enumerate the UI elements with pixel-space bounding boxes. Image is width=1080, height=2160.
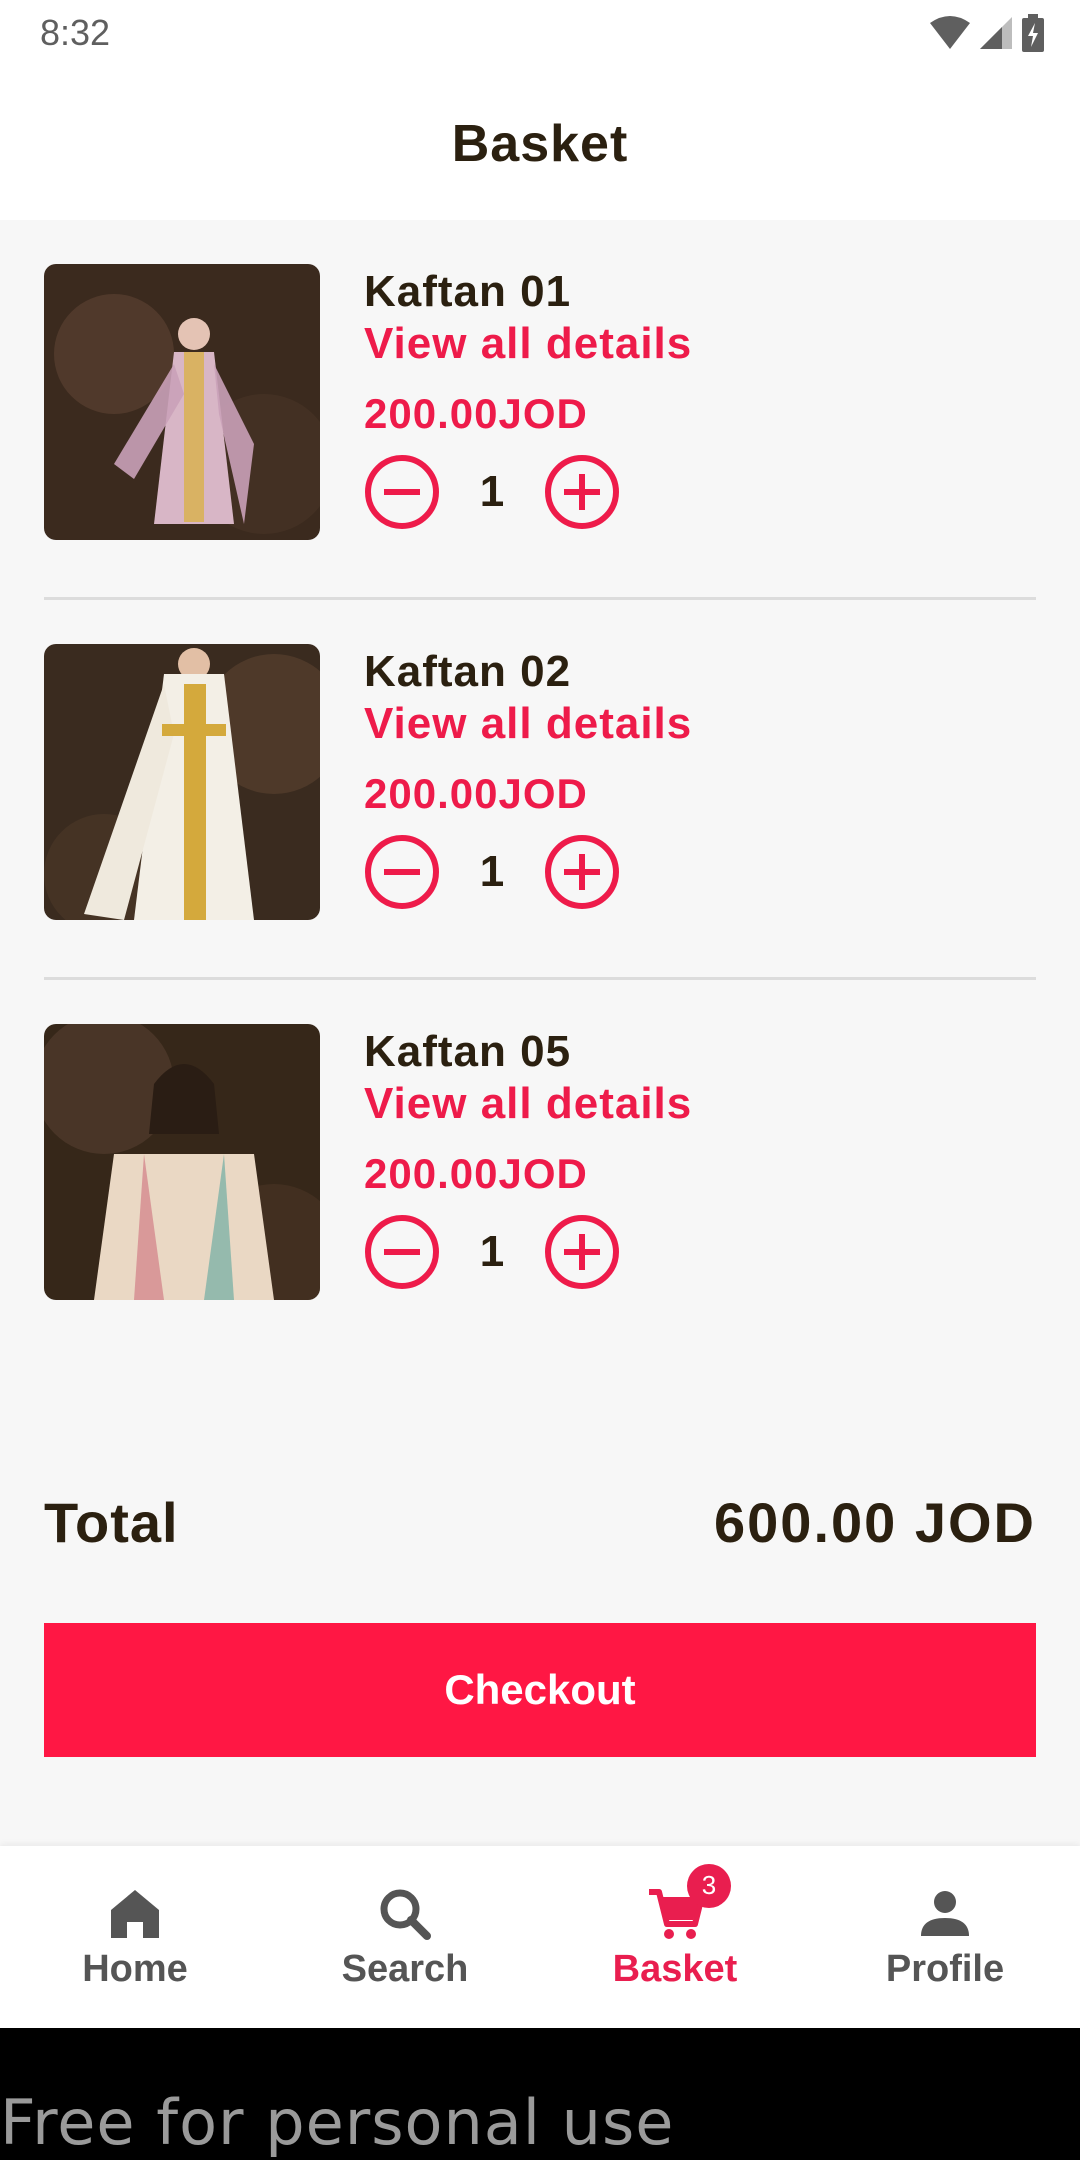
quantity-value: 1 — [479, 1227, 505, 1276]
total-label: Total — [44, 1491, 179, 1554]
total-value: 600.00 JOD — [714, 1491, 1036, 1554]
item-price: 200.00JOD — [364, 1150, 588, 1197]
nav-label: Home — [82, 1947, 188, 1990]
item-name: Kaftan 01 — [364, 267, 572, 316]
basket-item: Kaftan 01 View all details 200.00JOD 1 — [44, 220, 1036, 540]
minus-circle-icon[interactable] — [364, 834, 440, 910]
item-info: Kaftan 01 View all details 200.00JOD 1 — [364, 266, 1004, 532]
view-details-link[interactable]: View all details — [364, 1078, 1004, 1130]
product-image[interactable] — [44, 264, 320, 540]
signal-icon — [980, 17, 1012, 49]
status-time: 8:32 — [40, 12, 111, 53]
plus-circle-icon[interactable] — [544, 454, 620, 530]
quantity-value: 1 — [479, 847, 505, 896]
wifi-icon — [930, 16, 970, 49]
item-price: 200.00JOD — [364, 390, 588, 437]
total-row: Total 600.00 JOD — [44, 1490, 1036, 1560]
basket-item: Kaftan 05 View all details 200.00JOD 1 — [44, 980, 1036, 1300]
item-name: Kaftan 02 — [364, 647, 572, 696]
search-icon — [380, 1889, 431, 1940]
cart-icon-wrapper: 3 — [645, 1863, 731, 1944]
watermark-text: Free for personal use — [0, 2086, 675, 2159]
quantity-stepper: 1 — [364, 1212, 1004, 1292]
nav-label: Search — [341, 1947, 469, 1990]
plus-circle-icon[interactable] — [544, 1214, 620, 1290]
nav-home[interactable]: Home — [0, 1846, 270, 2028]
basket-item: Kaftan 02 View all details 200.00JOD 1 — [44, 600, 1036, 920]
quantity-stepper: 1 — [364, 452, 1004, 532]
item-info: Kaftan 02 View all details 200.00JOD 1 — [364, 646, 1004, 912]
minus-circle-icon[interactable] — [364, 1214, 440, 1290]
cart-count-badge: 3 — [687, 1863, 731, 1908]
nav-basket[interactable]: 3 Basket — [540, 1846, 810, 2028]
status-icons — [930, 14, 1044, 52]
bottom-navigation: Home Search 3 Basket Profile — [0, 1846, 1080, 2028]
checkout-button[interactable]: Checkout — [44, 1623, 1036, 1757]
page-title: Basket — [451, 115, 629, 173]
quantity-value: 1 — [479, 467, 505, 516]
app-header: Basket — [0, 68, 1080, 220]
battery-icon — [1022, 14, 1044, 52]
minus-circle-icon[interactable] — [364, 454, 440, 530]
plus-circle-icon[interactable] — [544, 834, 620, 910]
status-bar: 8:32 — [0, 0, 1080, 68]
product-image[interactable] — [44, 1024, 320, 1300]
view-details-link[interactable]: View all details — [364, 318, 1004, 370]
person-icon — [921, 1890, 969, 1936]
nav-profile[interactable]: Profile — [810, 1846, 1080, 2028]
view-details-link[interactable]: View all details — [364, 698, 1004, 750]
nav-search[interactable]: Search — [270, 1846, 540, 2028]
item-name: Kaftan 05 — [364, 1027, 572, 1076]
item-price: 200.00JOD — [364, 770, 588, 817]
item-info: Kaftan 05 View all details 200.00JOD 1 — [364, 1026, 1004, 1292]
nav-label: Basket — [612, 1947, 738, 1990]
product-image[interactable] — [44, 644, 320, 920]
home-icon — [111, 1889, 159, 1938]
nav-label: Profile — [885, 1947, 1005, 1990]
quantity-stepper: 1 — [364, 832, 1004, 912]
